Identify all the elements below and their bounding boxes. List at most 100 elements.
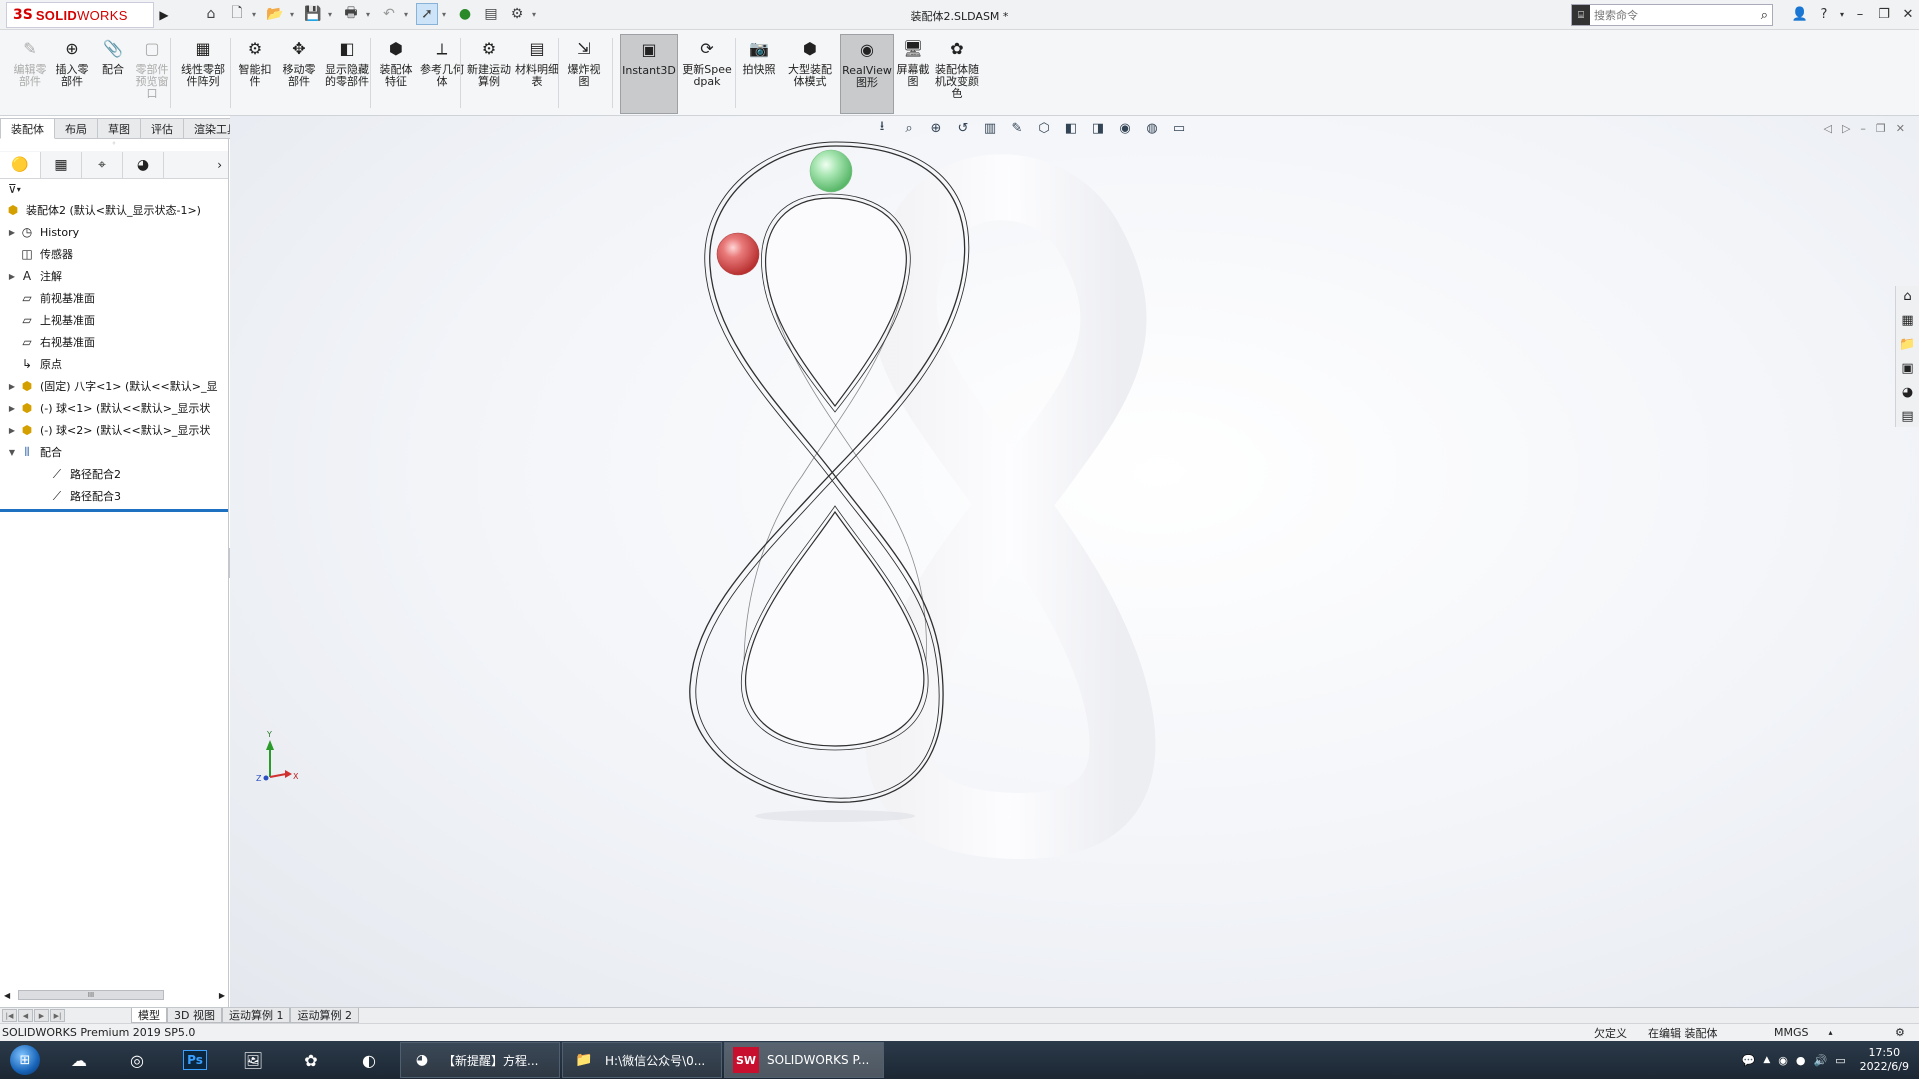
command-tab-1[interactable]: 布局 — [55, 118, 98, 139]
image-viewer-icon[interactable]: 🖼 — [224, 1042, 282, 1078]
view-palette-icon[interactable]: ▣ — [1896, 358, 1919, 379]
red-ball[interactable] — [716, 232, 760, 276]
expand-toggle-icon[interactable]: ▶ — [6, 382, 18, 391]
ribbon-button-2[interactable]: 📎 配合 — [96, 34, 130, 114]
tree-root[interactable]: ⬢ 装配体2 (默认<默认_显示状态-1>) — [0, 199, 228, 221]
ribbon-button-13[interactable]: ▣ Instant3D — [620, 34, 678, 114]
ribbon-button-17[interactable]: ◉ RealView图形 — [840, 34, 894, 114]
expand-toggle-icon[interactable]: ▶ — [6, 404, 18, 413]
taskbar-task-2[interactable]: SW SOLIDWORKS P... — [724, 1042, 884, 1078]
search-box[interactable]: ⌸ ⌕ — [1571, 4, 1773, 26]
expand-toggle-icon[interactable]: ▶ — [6, 228, 18, 237]
clock[interactable]: 17:50 2022/6/9 — [1860, 1046, 1909, 1074]
tree-item[interactable]: ▱ 右视基准面 — [0, 331, 228, 353]
appearances-scenes-icon[interactable]: ◕ — [1896, 382, 1919, 403]
display-manager-tab-icon[interactable]: ◕ — [123, 151, 164, 178]
feature-manager-tab-icon[interactable]: 🟡 — [0, 151, 41, 178]
browser-icon[interactable]: ◎ — [108, 1042, 166, 1078]
help-icon[interactable]: ? — [1813, 2, 1835, 26]
bottom-tab-0[interactable]: 模型 — [131, 1008, 167, 1023]
bottom-tab-1[interactable]: 3D 视图 — [167, 1008, 222, 1023]
ribbon-button-1[interactable]: ⊕ 插入零部件 — [52, 34, 92, 114]
configuration-manager-tab-icon[interactable]: ⌖ — [82, 151, 123, 178]
expand-toggle-icon[interactable]: ▶ — [6, 426, 18, 435]
minimize-button[interactable]: – — [1849, 2, 1871, 26]
ribbon-button-14[interactable]: ⟳ 更新Speedpak — [680, 34, 734, 114]
ribbon-button-0[interactable]: ✎ 编辑零部件 — [10, 34, 50, 114]
status-settings-icon[interactable]: ⚙ — [1895, 1026, 1905, 1039]
panel-horizontal-scrollbar[interactable]: ◀ III ▶ — [0, 987, 229, 1003]
expand-toggle-icon[interactable]: ▼ — [6, 448, 18, 457]
feather-app-icon[interactable]: ✿ — [282, 1042, 340, 1078]
tree-item[interactable]: ◫ 传感器 — [0, 243, 228, 265]
tree-item[interactable]: ▱ 上视基准面 — [0, 309, 228, 331]
help-dropdown-icon[interactable]: ▾ — [1837, 2, 1847, 26]
tree-item[interactable]: ▶ A 注解 — [0, 265, 228, 287]
tray-app-icon[interactable]: ◉ — [1778, 1054, 1788, 1067]
green-ball[interactable] — [809, 149, 853, 193]
ribbon-button-19[interactable]: ✿ 装配体随机改变颜色 — [933, 34, 981, 114]
tree-item[interactable]: ⟋ 路径配合2 — [0, 463, 228, 485]
magnifier-icon[interactable]: ⌕ — [1761, 8, 1768, 23]
search-input[interactable] — [1594, 8, 1734, 22]
tree-item[interactable]: ▶ ⬢ (-) 球<2> (默认<<默认>_显示状 — [0, 419, 228, 441]
photoshop-icon[interactable]: Ps — [166, 1042, 224, 1078]
command-tab-3[interactable]: 评估 — [141, 118, 184, 139]
solidworks-resources-icon[interactable]: ⌂ — [1896, 286, 1919, 307]
start-button[interactable]: ⊞ — [0, 1041, 50, 1079]
tree-item[interactable]: ⟋ 路径配合3 — [0, 485, 228, 507]
panel-grip-icon[interactable]: ◦ — [0, 139, 228, 151]
rollback-bar[interactable] — [0, 509, 228, 512]
units-dropdown-icon[interactable]: ▴ — [1829, 1028, 1833, 1037]
tree-item[interactable]: ▼ ⫴ 配合 — [0, 441, 228, 463]
units-selector[interactable]: MMGS ▴ — [1774, 1026, 1833, 1039]
bottom-tab-2[interactable]: 运动算例 1 — [221, 1008, 291, 1023]
ribbon-button-11[interactable]: ▤ 材料明细表 — [515, 34, 559, 114]
ribbon-button-6[interactable]: ✥ 移动零部件 — [278, 34, 320, 114]
last-tab-icon[interactable]: ▶| — [50, 1009, 65, 1022]
tray-arrow-icon[interactable]: ▲ — [1763, 1055, 1770, 1065]
tree-item[interactable]: ▱ 前视基准面 — [0, 287, 228, 309]
tree-item[interactable]: ▶ ⬢ (固定) 八字<1> (默认<<默认>_显 — [0, 375, 228, 397]
tree-item[interactable]: ▶ ◷ History — [0, 221, 228, 243]
next-tab-icon[interactable]: ▶ — [34, 1009, 49, 1022]
scroll-left-icon[interactable]: ◀ — [4, 991, 10, 1000]
ribbon-button-8[interactable]: ⬢ 装配体特征 — [376, 34, 416, 114]
obs-icon[interactable]: ◐ — [340, 1042, 398, 1078]
ribbon-button-18[interactable]: 🖥 屏幕截图 — [893, 34, 933, 114]
taskbar-task-0[interactable]: ◕ 【新提醒】方程... — [400, 1042, 560, 1078]
scroll-right-icon[interactable]: ▶ — [219, 991, 225, 1000]
taskbar-task-1[interactable]: 📁 H:\微信公众号\0... — [562, 1042, 722, 1078]
ribbon-button-10[interactable]: ⚙ 新建运动算例 — [466, 34, 512, 114]
scroll-thumb[interactable]: III — [18, 990, 164, 1000]
ribbon-button-12[interactable]: ⇲ 爆炸视图 — [564, 34, 604, 114]
property-manager-tab-icon[interactable]: ▦ — [41, 151, 82, 178]
graphics-area[interactable]: ⭳ ⌕ ⊕ ↺ ▥ ✎ ⬡ ◧ ◨ ◉ ◍ ▭ ◁ ▷ – ❐ ✕ Y X Z … — [230, 116, 1919, 1007]
ribbon-button-7[interactable]: ◧ 显示隐藏的零部件 — [325, 34, 369, 114]
custom-properties-icon[interactable]: ▤ — [1896, 406, 1919, 427]
figure-eight-model[interactable]: Y X Z — [230, 116, 1919, 1007]
tray-app2-icon[interactable]: ● — [1796, 1054, 1806, 1067]
command-tab-2[interactable]: 草图 — [98, 118, 141, 139]
wechat-tray-icon[interactable]: 💬 — [1742, 1054, 1756, 1067]
ribbon-button-9[interactable]: ⟂ 参考几何体 — [420, 34, 464, 114]
user-icon[interactable]: 👤 — [1789, 2, 1811, 26]
file-explorer-icon[interactable]: 📁 — [1896, 334, 1919, 355]
ribbon-button-16[interactable]: ⬢ 大型装配体模式 — [785, 34, 835, 114]
more-tabs-icon[interactable]: › — [217, 158, 222, 172]
first-tab-icon[interactable]: |◀ — [2, 1009, 17, 1022]
ribbon-button-4[interactable]: ▦ 线性零部件阵列 — [176, 34, 230, 114]
tree-item[interactable]: ↳ 原点 — [0, 353, 228, 375]
design-library-icon[interactable]: ▦ — [1896, 310, 1919, 331]
volume-icon[interactable]: 🔊 — [1813, 1054, 1827, 1067]
expand-toggle-icon[interactable]: ▶ — [6, 272, 18, 281]
prev-tab-icon[interactable]: ◀ — [18, 1009, 33, 1022]
network-icon[interactable]: ▭ — [1835, 1054, 1845, 1067]
ribbon-button-15[interactable]: 📷 拍快照 — [740, 34, 778, 114]
tree-item[interactable]: ▶ ⬢ (-) 球<1> (默认<<默认>_显示状 — [0, 397, 228, 419]
command-tab-0[interactable]: 装配体 — [0, 118, 55, 139]
baidu-netdisk-icon[interactable]: ☁ — [50, 1042, 108, 1078]
ribbon-button-5[interactable]: ⚙ 智能扣件 — [236, 34, 274, 114]
filter-icon[interactable]: ⊽ ▾ — [0, 179, 228, 199]
restore-button[interactable]: ❐ — [1873, 2, 1895, 26]
